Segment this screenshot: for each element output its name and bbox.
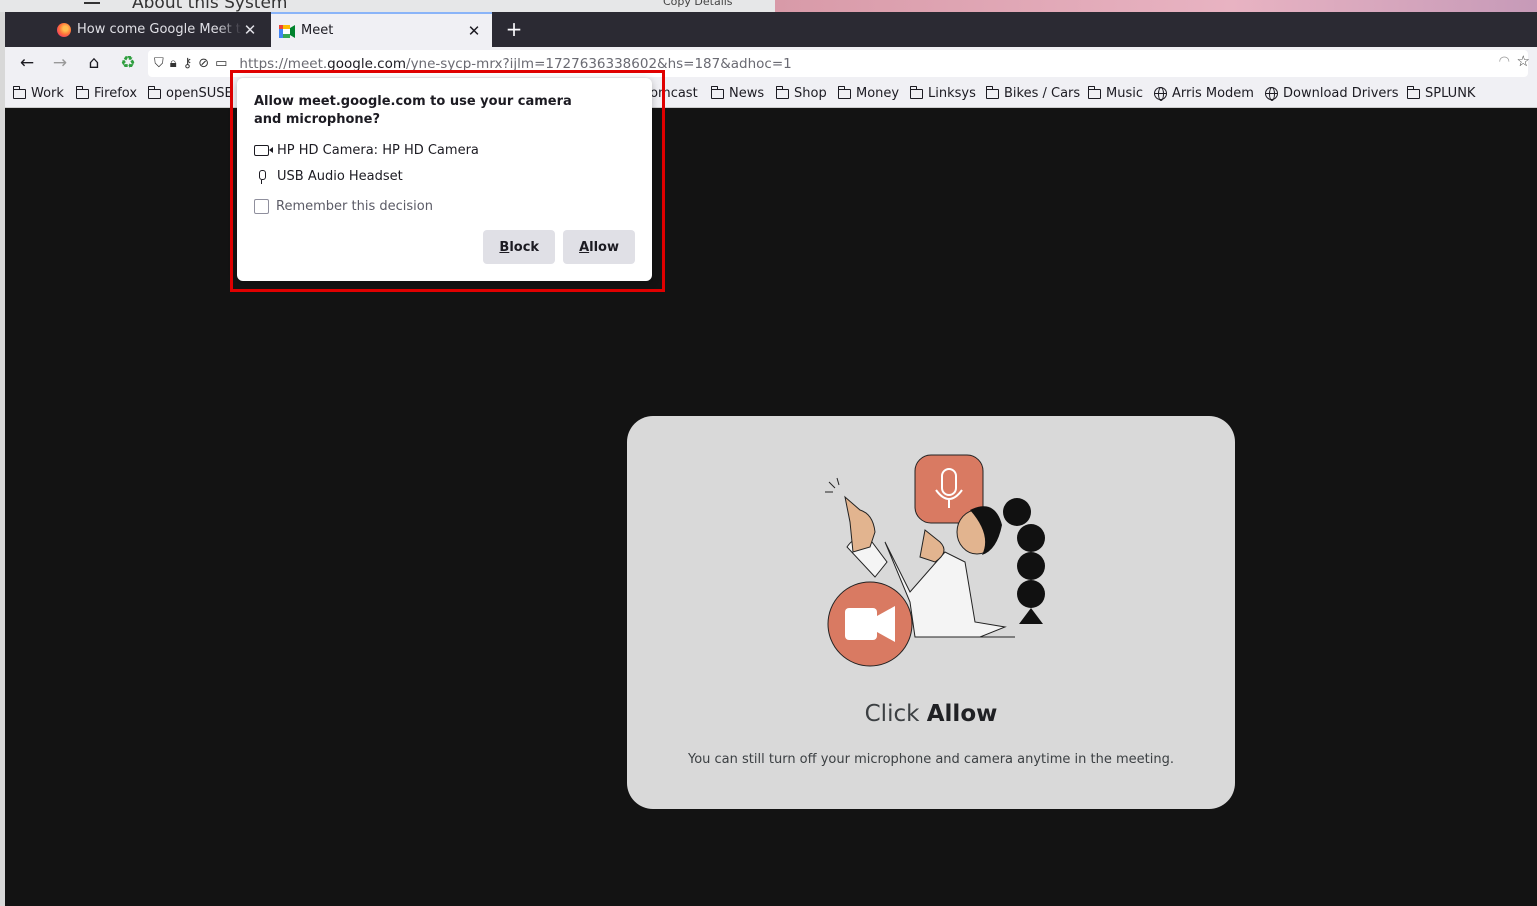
folder-icon (776, 85, 789, 99)
remember-label: Remember this decision (276, 199, 433, 214)
forward-icon[interactable]: → (49, 52, 71, 74)
bookmark-star-icon[interactable]: ☆ (1517, 52, 1530, 70)
popup-title: Allow meet.google.com to use your camera… (254, 94, 572, 127)
folder-icon (838, 85, 851, 99)
folder-icon (148, 85, 161, 99)
bookmark-splunk[interactable]: SPLUNK (1407, 85, 1476, 101)
new-tab-button[interactable]: + (501, 16, 527, 42)
close-tab-icon[interactable]: ✕ (242, 21, 258, 39)
globe-icon (1265, 87, 1278, 101)
folder-icon (711, 85, 724, 99)
title-bold: Allow (926, 701, 998, 727)
copy-details-button[interactable]: Copy Details (663, 0, 733, 8)
bookmark-label: Linksys (928, 86, 976, 101)
close-tab-icon[interactable]: ✕ (466, 22, 482, 40)
bookmark-label: openSUSE (166, 86, 233, 101)
folder-icon (1088, 85, 1101, 99)
firefox-icon (57, 22, 71, 37)
google-meet-icon (279, 24, 295, 38)
title-prefix: Click (864, 701, 927, 727)
screen-share-icon[interactable]: ▭ (215, 56, 227, 71)
camera-device-label: HP HD Camera: HP HD Camera (277, 143, 479, 158)
tab-title: How come Google Meet takes (77, 22, 242, 37)
bookmark-label: Shop (794, 86, 827, 101)
camera-blocked-icon[interactable]: ⊘ (198, 56, 209, 71)
bookmark-opensuse[interactable]: openSUSE (148, 85, 233, 101)
click-allow-subtitle: You can still turn off your microphone a… (688, 752, 1174, 767)
tab-bar: How come Google Meet takes ✕ Meet ✕ + (5, 12, 1537, 47)
folder-icon (910, 85, 923, 99)
click-allow-title: Click Allow (627, 701, 1235, 727)
folder-icon (1407, 85, 1420, 99)
folder-icon (76, 85, 89, 99)
bookmark-label: Money (856, 86, 900, 101)
home-icon[interactable]: ⌂ (83, 52, 105, 74)
reader-view-icon[interactable]: ◠ (1499, 54, 1510, 69)
folder-icon (986, 85, 999, 99)
back-icon[interactable]: ← (16, 52, 38, 74)
popup-buttons: Block Allow (483, 230, 635, 264)
bookmark-label: Firefox (94, 86, 138, 101)
bookmark-bikes-cars[interactable]: Bikes / Cars (986, 85, 1081, 101)
allow-accesskey: A (579, 239, 590, 255)
bookmark-label: Music (1106, 86, 1143, 101)
block-accesskey: B (499, 239, 510, 255)
folder-icon (13, 85, 26, 99)
remember-checkbox[interactable] (254, 199, 269, 214)
bookmark-shop[interactable]: Shop (776, 85, 827, 101)
bookmark-money[interactable]: Money (838, 85, 900, 101)
block-label-rest: lock (509, 239, 540, 255)
bookmark-label: Work (31, 86, 64, 101)
hamburger-menu-icon[interactable] (84, 0, 100, 4)
bookmark-work[interactable]: Work (13, 85, 64, 101)
bookmark-label: SPLUNK (1425, 86, 1476, 101)
microphone-device-label: USB Audio Headset (277, 169, 403, 184)
bookmark-download-drivers[interactable]: Download Drivers (1265, 86, 1399, 101)
microphone-permission-row: USB Audio Headset (254, 169, 635, 184)
bookmark-news[interactable]: News (711, 85, 765, 101)
microphone-icon (254, 169, 269, 184)
bookmark-label: Bikes / Cars (1004, 86, 1081, 101)
block-button[interactable]: Block (483, 230, 556, 264)
camera-permission-row: HP HD Camera: HP HD Camera (254, 143, 635, 158)
remember-decision-row[interactable]: Remember this decision (254, 199, 635, 214)
about-system-title: About this System (132, 0, 288, 12)
bookmark-label: Arris Modem (1172, 86, 1254, 101)
bookmark-linksys[interactable]: Linksys (910, 85, 976, 101)
globe-icon (1154, 87, 1167, 101)
desktop-wallpaper (775, 0, 1537, 12)
bookmark-label: Download Drivers (1283, 86, 1399, 101)
bookmark-music[interactable]: Music (1088, 85, 1143, 101)
permission-popup: Allow meet.google.com to use your camera… (237, 78, 652, 281)
tab-meet[interactable]: Meet ✕ (271, 12, 492, 47)
allow-label-rest: llow (589, 239, 619, 255)
tab-google-meet-question[interactable]: How come Google Meet takes ✕ (49, 12, 268, 47)
shield-icon[interactable]: ⛉ (154, 56, 164, 71)
allow-button[interactable]: Allow (563, 230, 635, 264)
desktop-background-window: About this System Copy Details (0, 0, 1537, 12)
bookmark-label: News (729, 86, 765, 101)
allow-illustration (825, 454, 1045, 667)
bookmark-arris-modem[interactable]: Arris Modem (1154, 86, 1254, 101)
permission-instruction-card: Click Allow You can still turn off your … (627, 416, 1235, 809)
lock-icon[interactable]: 🔒︎ (170, 56, 177, 71)
camera-icon (254, 145, 273, 156)
bookmark-firefox[interactable]: Firefox (76, 85, 138, 101)
tab-title: Meet (301, 23, 334, 38)
permissions-icon[interactable]: ⚷ (183, 56, 193, 71)
extension-recycle-icon[interactable]: ♻ (117, 52, 139, 74)
